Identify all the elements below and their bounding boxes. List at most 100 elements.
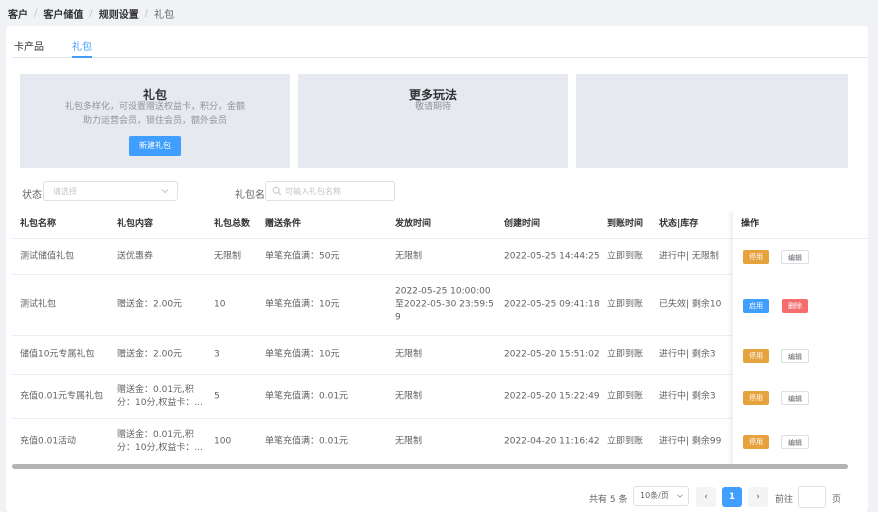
gift-pack-promo-desc-line2: 助力运营会员，锁住会员，额外会员 — [82, 116, 227, 126]
prev-page-button[interactable]: ‹ — [696, 487, 716, 507]
pagination-total: 共有 5 条 — [589, 495, 628, 505]
disable-button[interactable]: 停用 — [743, 349, 769, 363]
cell-condition: 单笔充值满：0.01元 — [265, 436, 349, 446]
cell-total: 100 — [214, 436, 232, 446]
cell-status-stock: 进行中| 剩余3 — [659, 349, 716, 360]
operations-fixed-column: 操作 停用 编辑 启用 删除 停用 编辑 停用 编辑 停用 编辑 — [733, 210, 868, 468]
content-line1: 赠送金：0.01元,积 — [117, 429, 194, 440]
gift-pack-promo-card: 礼包 礼包多样化，可设置赠送权益卡，积分，金额 助力运营会员，锁住会员，额外会员… — [20, 74, 290, 168]
page: 客户 / 客户储值 / 规则设置 / 礼包 卡产品 礼包 礼包 礼包多样化，可设… — [0, 0, 878, 512]
breadcrumb-gift-pack: 礼包 — [154, 9, 175, 21]
gift-name-search-field[interactable]: 可输入礼包名称 — [265, 181, 395, 201]
cell-created-time: 2022-05-25 09:41:18 — [504, 299, 600, 310]
cell-name: 充值0.01活动 — [20, 436, 77, 446]
col-header-arrival-time: 到账时间 — [607, 219, 644, 229]
ops-header-divider — [733, 238, 868, 239]
cell-total: 10 — [214, 299, 226, 310]
cell-total: 5 — [214, 391, 220, 401]
goto-label: 前往 — [775, 495, 794, 505]
cell-name: 充值0.01元专属礼包 — [20, 391, 104, 401]
breadcrumb-separator: / — [144, 7, 149, 19]
cell-arrival-time: 立即到账 — [607, 299, 644, 310]
cell-issue-time: 无限制 — [395, 251, 423, 261]
cell-created-time: 2022-05-20 15:22:49 — [504, 391, 600, 401]
cell-total: 无限制 — [214, 251, 242, 261]
edit-button[interactable]: 编辑 — [781, 349, 809, 363]
col-header-content: 礼包内容 — [117, 219, 154, 229]
col-header-operations: 操作 — [741, 219, 760, 229]
search-icon — [272, 186, 282, 196]
content-line2: 分：10分,权益卡：... — [117, 397, 203, 408]
col-header-created-time: 创建时间 — [504, 219, 541, 229]
cell-issue-time: 2022-05-25 10:00:00 至2022-05-30 23:59:5 … — [395, 286, 503, 325]
tab-active-indicator — [72, 56, 92, 58]
horizontal-scrollbar[interactable] — [12, 464, 848, 469]
col-header-total: 礼包总数 — [214, 219, 251, 229]
cell-arrival-time: 立即到账 — [607, 251, 644, 261]
cell-issue-time: 无限制 — [395, 436, 423, 446]
cell-arrival-time: 立即到账 — [607, 391, 644, 401]
edit-button[interactable]: 编辑 — [781, 391, 809, 405]
tab-gift-pack[interactable]: 礼包 — [72, 38, 92, 53]
page-suffix-label: 页 — [832, 495, 842, 505]
page-1-button[interactable]: 1 — [722, 487, 742, 507]
edit-button[interactable]: 编辑 — [781, 250, 809, 264]
page-size-select[interactable]: 10条/页 — [633, 486, 689, 506]
cell-content: 赠送金：0.01元,积 分：10分,权益卡：... — [117, 429, 209, 455]
page-size-value: 10条/页 — [640, 491, 669, 500]
breadcrumb-customer-stored-value[interactable]: 客户储值 — [43, 6, 83, 21]
col-header-status-stock: 状态|库存 — [659, 219, 699, 229]
disable-button[interactable]: 停用 — [743, 250, 769, 264]
cell-content: 赠送金：2.00元 — [117, 349, 183, 360]
more-features-desc: 敬请期待 — [414, 102, 451, 112]
cell-status-stock: 已失效| 剩余10 — [659, 299, 722, 310]
content-line2: 分：10分,权益卡：... — [117, 442, 203, 453]
breadcrumb-separator: / — [34, 7, 38, 19]
search-placeholder: 可输入礼包名称 — [285, 187, 341, 196]
cell-condition: 单笔充值满：0.01元 — [265, 391, 349, 401]
cell-condition: 单笔充值满：50元 — [265, 251, 340, 261]
more-features-promo-card: 更多玩法 敬请期待 — [298, 74, 568, 168]
issue-time-line3: 9 — [395, 312, 401, 323]
new-gift-pack-button[interactable]: 新建礼包 — [129, 136, 181, 156]
cell-name: 测试礼包 — [20, 299, 57, 310]
col-header-condition: 赠送条件 — [265, 219, 302, 229]
cell-arrival-time: 立即到账 — [607, 436, 644, 446]
name-filter-label: 礼包名 — [235, 190, 265, 201]
cell-created-time: 2022-04-20 11:16:42 — [504, 436, 600, 446]
breadcrumb-customer[interactable]: 客户 — [8, 6, 28, 21]
cell-condition: 单笔充值满：10元 — [265, 299, 340, 310]
cell-content: 赠送金：0.01元,积 分：10分,权益卡：... — [117, 384, 209, 410]
next-page-button[interactable]: › — [748, 487, 768, 507]
tab-card-products[interactable]: 卡产品 — [14, 38, 44, 53]
cell-content: 送优惠券 — [117, 251, 154, 261]
content-line1: 赠送金：0.01元,积 — [117, 384, 194, 395]
edit-button[interactable]: 编辑 — [781, 435, 809, 449]
empty-promo-card — [576, 74, 848, 168]
disable-button[interactable]: 停用 — [743, 391, 769, 405]
goto-page-input[interactable] — [798, 486, 826, 508]
status-select-placeholder: 请选择 — [53, 187, 77, 196]
cell-issue-time: 无限制 — [395, 391, 423, 401]
chevron-down-icon — [677, 494, 683, 498]
chevron-down-icon — [161, 189, 169, 194]
status-filter-label: 状态 — [22, 190, 42, 201]
breadcrumb-rule-settings[interactable]: 规则设置 — [99, 6, 139, 21]
gift-pack-table: 礼包名称 礼包内容 礼包总数 赠送条件 发放时间 创建时间 到账时间 状态|库存… — [12, 210, 868, 468]
cell-name: 储值10元专属礼包 — [20, 349, 95, 360]
status-select[interactable]: 请选择 — [43, 181, 178, 201]
cell-created-time: 2022-05-25 14:44:25 — [504, 251, 600, 261]
breadcrumb-separator: / — [89, 7, 93, 19]
cell-status-stock: 进行中| 无限制 — [659, 251, 719, 261]
cell-condition: 单笔充值满：10元 — [265, 349, 340, 360]
col-header-name: 礼包名称 — [20, 219, 57, 229]
cell-content: 赠送金：2.00元 — [117, 299, 183, 310]
delete-button[interactable]: 删除 — [782, 299, 808, 313]
enable-button[interactable]: 启用 — [743, 299, 769, 313]
disable-button[interactable]: 停用 — [743, 435, 769, 449]
cell-status-stock: 进行中| 剩余3 — [659, 391, 716, 401]
cell-issue-time: 无限制 — [395, 349, 423, 360]
col-header-issue-time: 发放时间 — [395, 219, 432, 229]
cell-status-stock: 进行中| 剩余99 — [659, 436, 722, 446]
breadcrumb: 客户 / 客户储值 / 规则设置 / 礼包 — [8, 6, 175, 21]
